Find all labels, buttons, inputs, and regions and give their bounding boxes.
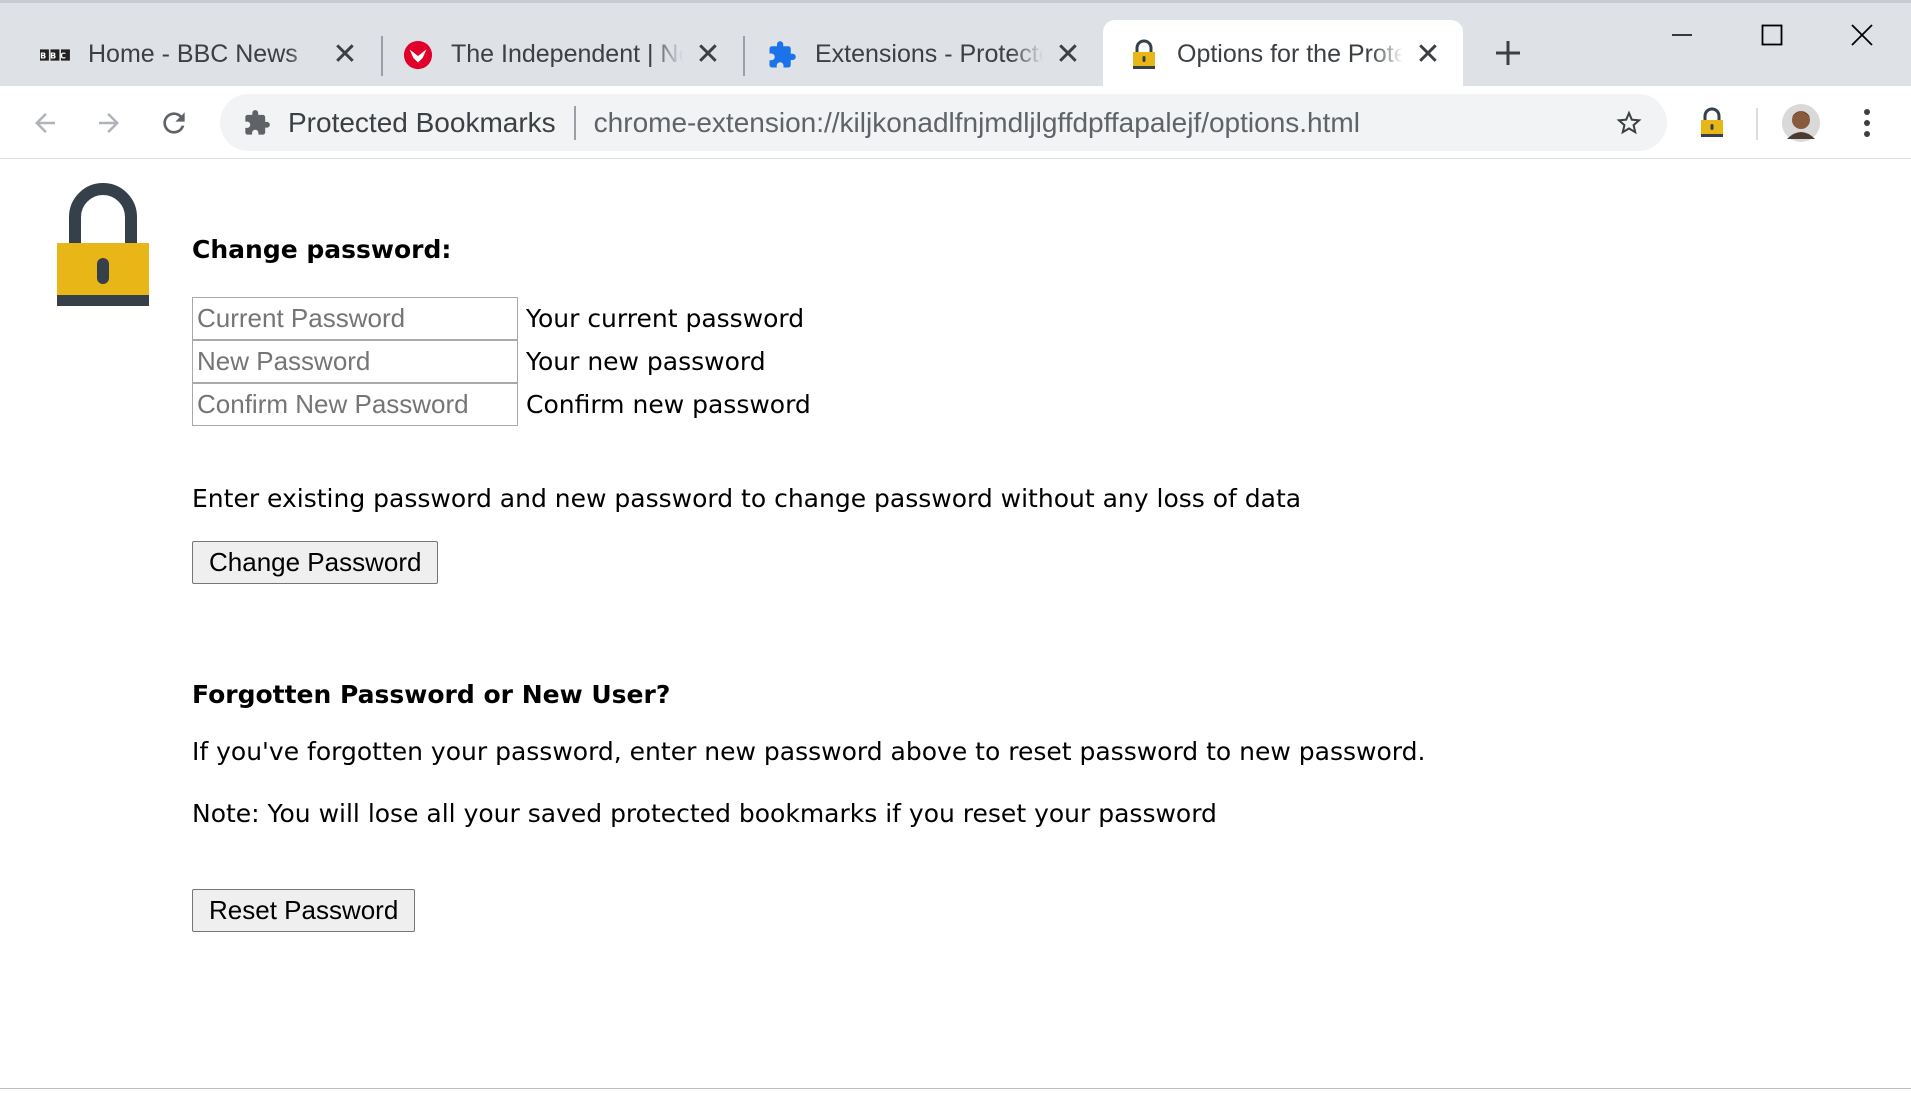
back-arrow-icon (35, 113, 55, 133)
change-password-heading: Change password: (192, 235, 452, 264)
change-password-info: Enter existing password and new password… (192, 484, 1302, 513)
kebab-menu-icon (1864, 109, 1870, 137)
tab-title: Options for the Protected Bookmarks (1177, 40, 1403, 68)
address-bar[interactable]: Protected Bookmarks chrome-extension://k… (220, 94, 1667, 151)
close-icon[interactable]: ✕ (693, 38, 723, 71)
forgotten-password-info: If you've forgotten your password, enter… (192, 737, 1426, 766)
current-password-input[interactable] (192, 297, 518, 340)
browser-toolbar: Protected Bookmarks chrome-extension://k… (0, 86, 1911, 159)
chrome-menu-button[interactable] (1852, 102, 1882, 144)
maximize-button[interactable] (1742, 13, 1802, 57)
url-text[interactable]: chrome-extension://kiljkonadlfnjmdljlgff… (594, 107, 1609, 139)
close-window-icon (1851, 24, 1873, 46)
confirm-password-row: Confirm new password (192, 383, 811, 426)
tab-strip: BBC Home - BBC News ✕ The Independent | … (0, 0, 1911, 89)
chip-divider (573, 105, 576, 140)
tab-the-independent[interactable]: The Independent | News ✕ (383, 20, 743, 89)
new-password-hint: Your new password (526, 347, 766, 376)
new-tab-button[interactable] (1486, 31, 1530, 75)
page-bottom-border (0, 1088, 1911, 1089)
avatar (1782, 104, 1820, 142)
change-password-button[interactable]: Change Password (192, 541, 439, 584)
minimize-button[interactable] (1652, 13, 1712, 57)
reset-password-button[interactable]: Reset Password (192, 889, 416, 932)
padlock-icon (1701, 107, 1723, 137)
current-password-hint: Your current password (526, 304, 805, 333)
tab-options-protected-bookmarks[interactable]: Options for the Protected Bookmarks ✕ (1103, 20, 1463, 89)
confirm-password-hint: Confirm new password (526, 390, 811, 419)
reload-icon (163, 112, 185, 134)
puzzle-piece-icon (767, 40, 797, 70)
tab-title: The Independent | News (451, 40, 683, 68)
toolbar-divider (1756, 108, 1758, 140)
forward-arrow-icon (99, 113, 119, 133)
reload-button[interactable] (153, 102, 195, 144)
padlock-logo-icon (57, 183, 149, 306)
current-password-row: Your current password (192, 297, 804, 340)
extension-name-chip: Protected Bookmarks (288, 106, 556, 138)
forgotten-password-heading: Forgotten Password or New User? (192, 680, 671, 709)
new-password-row: Your new password (192, 340, 766, 383)
minimize-icon (1672, 34, 1692, 36)
puzzle-piece-icon (242, 108, 272, 138)
profile-avatar-button[interactable] (1780, 102, 1822, 144)
forward-button[interactable] (88, 102, 130, 144)
plus-icon (1496, 41, 1520, 65)
independent-eagle-icon (403, 40, 433, 70)
close-icon[interactable]: ✕ (1053, 38, 1083, 71)
close-icon[interactable]: ✕ (1413, 38, 1443, 71)
reset-warning-note: Note: You will lose all your saved prote… (192, 799, 1217, 828)
bookmark-star-icon[interactable] (1609, 103, 1649, 143)
confirm-new-password-input[interactable] (192, 383, 518, 426)
tab-bbc-news[interactable]: BBC Home - BBC News ✕ (0, 20, 380, 89)
bbc-logo-text: BBC (40, 51, 70, 60)
back-button[interactable] (24, 102, 66, 144)
padlock-icon (1129, 39, 1159, 70)
close-icon[interactable]: ✕ (330, 38, 360, 71)
bbc-logo-icon: BBC (40, 40, 70, 70)
tab-title: Home - BBC News (88, 40, 298, 68)
maximize-icon (1761, 24, 1783, 46)
tab-title: Extensions - Protected Bookmarks (815, 40, 1043, 68)
protected-bookmarks-extension-button[interactable] (1692, 102, 1732, 144)
close-window-button[interactable] (1832, 13, 1892, 57)
options-page: Change password: Your current password Y… (0, 160, 1911, 1094)
new-password-input[interactable] (192, 340, 518, 383)
tab-extensions[interactable]: Extensions - Protected Bookmarks ✕ (745, 20, 1103, 89)
